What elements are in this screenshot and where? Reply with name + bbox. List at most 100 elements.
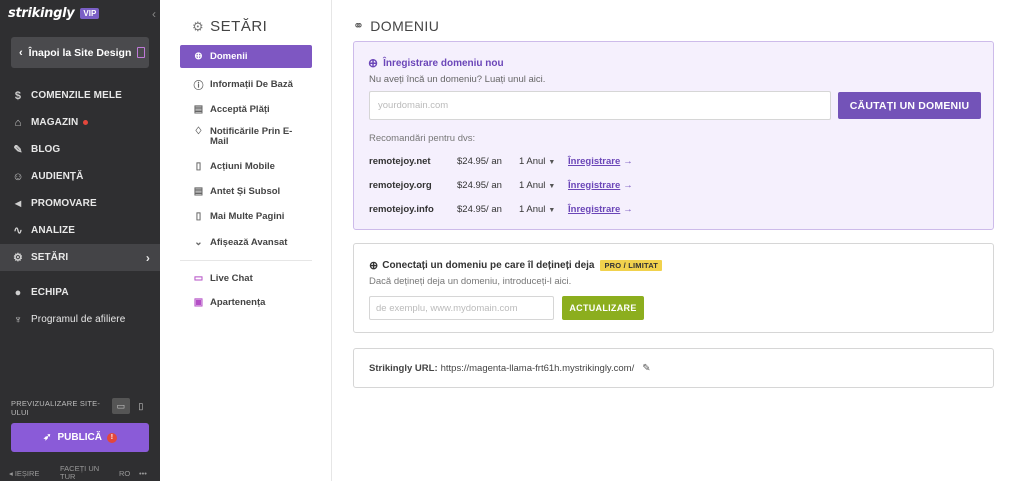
term-select[interactable]: 1 Anul ▼ (519, 204, 555, 215)
back-to-design-button[interactable]: ‹ Înapoi la Site Design (11, 37, 149, 68)
bell-icon: ♢ (194, 126, 203, 137)
connect-heading-label: Conectați un domeniu pe care îl dețineți… (382, 260, 595, 271)
settings-item-label: Live Chat (210, 272, 253, 284)
sidebar-item-settings[interactable]: ⚙ SETĂRI › (0, 244, 160, 271)
settings-item-label: Acțiuni Mobile (210, 160, 275, 172)
notification-dot (83, 120, 89, 125)
sidebar-item-analytics[interactable]: ∿ ANALIZE (0, 217, 160, 244)
sidebar-item-promote[interactable]: ◄ PROMOVARE (0, 190, 160, 217)
register-link[interactable]: Înregistrare → (568, 204, 633, 215)
domain-search-input[interactable]: yourdomain.com (369, 91, 831, 120)
url-value: https://magenta-llama-frt61h.mystrikingl… (440, 362, 635, 374)
language-selector[interactable]: RO (119, 469, 130, 478)
globe-icon: ⊕ (369, 260, 379, 272)
collapse-sidebar-icon[interactable]: ‹ (152, 7, 156, 21)
recommendation-row: remotejoy.org $24.95/ an 1 Anul ▼ Înregis… (369, 178, 981, 192)
domain-price: $24.95/ an (457, 155, 502, 167)
settings-item-mobile-actions[interactable]: ▯ Acțiuni Mobile (180, 160, 312, 172)
arrow-right-icon: → (623, 179, 633, 191)
domain-price: $24.95/ an (457, 179, 502, 191)
mobile-preview-icon[interactable]: ▯ (132, 398, 150, 414)
settings-item-live-chat[interactable]: ▭ Live Chat (180, 272, 312, 284)
connect-heading: ⊕ Conectați un domeniu pe care îl deține… (369, 259, 663, 272)
register-domain-card: ⊕ Înregistrare domeniu nou Nu aveți încă… (353, 41, 994, 230)
member-icon: ▣ (193, 296, 204, 308)
register-heading-label: Înregistrare domeniu nou (383, 57, 504, 69)
sidebar-item-orders[interactable]: $ COMENZILE MELE (0, 82, 160, 109)
sidebar-item-affiliate[interactable]: ♆ Programul de afiliere (0, 306, 160, 333)
chevron-down-icon: ⌄ (194, 236, 203, 248)
sidebar-item-label: SETĂRI (31, 252, 69, 263)
exit-link[interactable]: ◂ IEȘIRE (9, 469, 39, 478)
register-link[interactable]: Înregistrare → (568, 156, 633, 167)
pages-icon: ▯ (195, 210, 202, 222)
strikingly-url-card: Strikingly URL: https://magenta-llama-fr… (353, 348, 994, 388)
vip-badge: VIP (80, 8, 100, 19)
term-select[interactable]: 1 Anul ▼ (519, 156, 555, 167)
settings-item-basic-info[interactable]: ⓘ Informații De Bază (180, 78, 312, 92)
settings-item-label: Informații De Bază (210, 78, 293, 90)
trophy-icon: ♆ (13, 313, 23, 326)
desktop-preview-icon[interactable]: ▭ (112, 398, 130, 414)
warning-icon: ! (106, 432, 117, 443)
search-domain-button[interactable]: CĂUTAȚI UN DOMENIU (838, 92, 981, 119)
link-icon: ⚭ (353, 18, 365, 33)
store-icon: ⌂ (14, 116, 22, 129)
settings-item-show-advanced[interactable]: ⌄ Afișează Avansat (180, 236, 312, 248)
settings-item-label: Acceptă Plăți (210, 103, 270, 115)
upgrade-button[interactable]: ACTUALIZARE (562, 296, 644, 320)
page-icon (137, 47, 146, 58)
sidebar-item-team[interactable]: ● ECHIPA (0, 279, 160, 306)
gear-icon: ⚙ (13, 252, 23, 264)
rocket-icon: ➶ (43, 432, 52, 443)
chevron-right-icon: › (145, 250, 150, 265)
term-select[interactable]: 1 Anul ▼ (519, 180, 555, 191)
domain-price: $24.95/ an (457, 203, 502, 215)
own-domain-input[interactable]: de exemplu, www.mydomain.com (369, 296, 554, 320)
people-icon: ☺ (12, 170, 24, 183)
chat-icon: ▭ (193, 272, 204, 284)
strikingly-logo[interactable]: strikingly (8, 6, 75, 21)
sidebar-item-audience[interactable]: ☺ AUDIENȚĂ (0, 163, 160, 190)
arrow-right-icon: → (623, 203, 633, 215)
settings-item-label: Domenii (210, 51, 248, 62)
settings-item-domains[interactable]: ⊕ Domenii (180, 45, 312, 68)
settings-item-membership[interactable]: ▣ Apartenența (180, 296, 312, 308)
sidebar-item-label: AUDIENȚĂ (31, 171, 84, 182)
settings-item-payments[interactable]: ▤ Acceptă Plăți (180, 103, 312, 115)
connect-domain-card: ⊕ Conectați un domeniu pe care îl deține… (353, 243, 994, 333)
caret-down-icon: ▼ (548, 158, 556, 166)
publish-label: PUBLICĂ (57, 432, 102, 443)
gear-icon: ⚙ (192, 18, 205, 34)
page-title: ⚭ DOMENIU (353, 18, 439, 34)
sidebar-item-label: PROMOVARE (31, 198, 97, 209)
connect-subtitle: Dacă dețineți deja un domeniu, introduce… (369, 276, 572, 287)
preview-label: PREVIZUALIZARE SITE-ULUI (11, 399, 101, 417)
globe-icon: ⊕ (194, 51, 203, 62)
settings-item-email-notifications[interactable]: ♢ Notificările Prin E-Mail (180, 127, 312, 147)
publish-button[interactable]: ➶ PUBLICĂ ! (11, 423, 149, 452)
sidebar-footer: ◂ IEȘIRE FACEȚI UN TUR RO ••• (0, 465, 160, 481)
more-icon[interactable]: ••• (139, 469, 147, 478)
edit-pencil-icon[interactable]: ✎ (642, 363, 650, 374)
url-label: Strikingly URL: (369, 362, 438, 374)
sidebar-nav: $ COMENZILE MELE ⌂ MAGAZIN ✎ BLOG ☺ AUDI… (0, 82, 160, 333)
search-icon: ⊕ (368, 56, 379, 70)
recommended-domain: remotejoy.org (369, 179, 432, 191)
sidebar-item-blog[interactable]: ✎ BLOG (0, 136, 160, 163)
sidebar-item-store[interactable]: ⌂ MAGAZIN (0, 109, 160, 136)
recommendations-label: Recomandări pentru dvs: (369, 133, 476, 144)
settings-menu: ⚙ SETĂRI ⊕ Domenii ⓘ Informații De Bază … (180, 0, 332, 481)
dollar-icon: $ (14, 89, 22, 102)
recommended-domain: remotejoy.net (369, 155, 431, 167)
settings-item-label: Apartenența (210, 296, 266, 308)
settings-item-header-footer[interactable]: ▤ Antet Și Subsol (180, 185, 312, 197)
sidebar-item-label: ECHIPA (31, 287, 69, 298)
recommendation-row: remotejoy.net $24.95/ an 1 Anul ▼ Înregis… (369, 154, 981, 168)
recommendation-row: remotejoy.info $24.95/ an 1 Anul ▼ Înregi… (369, 202, 981, 216)
layout-icon: ▤ (193, 185, 204, 197)
tour-link[interactable]: FACEȚI UN TUR (60, 465, 108, 481)
settings-item-more-pages[interactable]: ▯ Mai Multe Pagini (180, 210, 312, 222)
settings-item-label: Mai Multe Pagini (210, 210, 285, 222)
register-link[interactable]: Înregistrare → (568, 180, 633, 191)
